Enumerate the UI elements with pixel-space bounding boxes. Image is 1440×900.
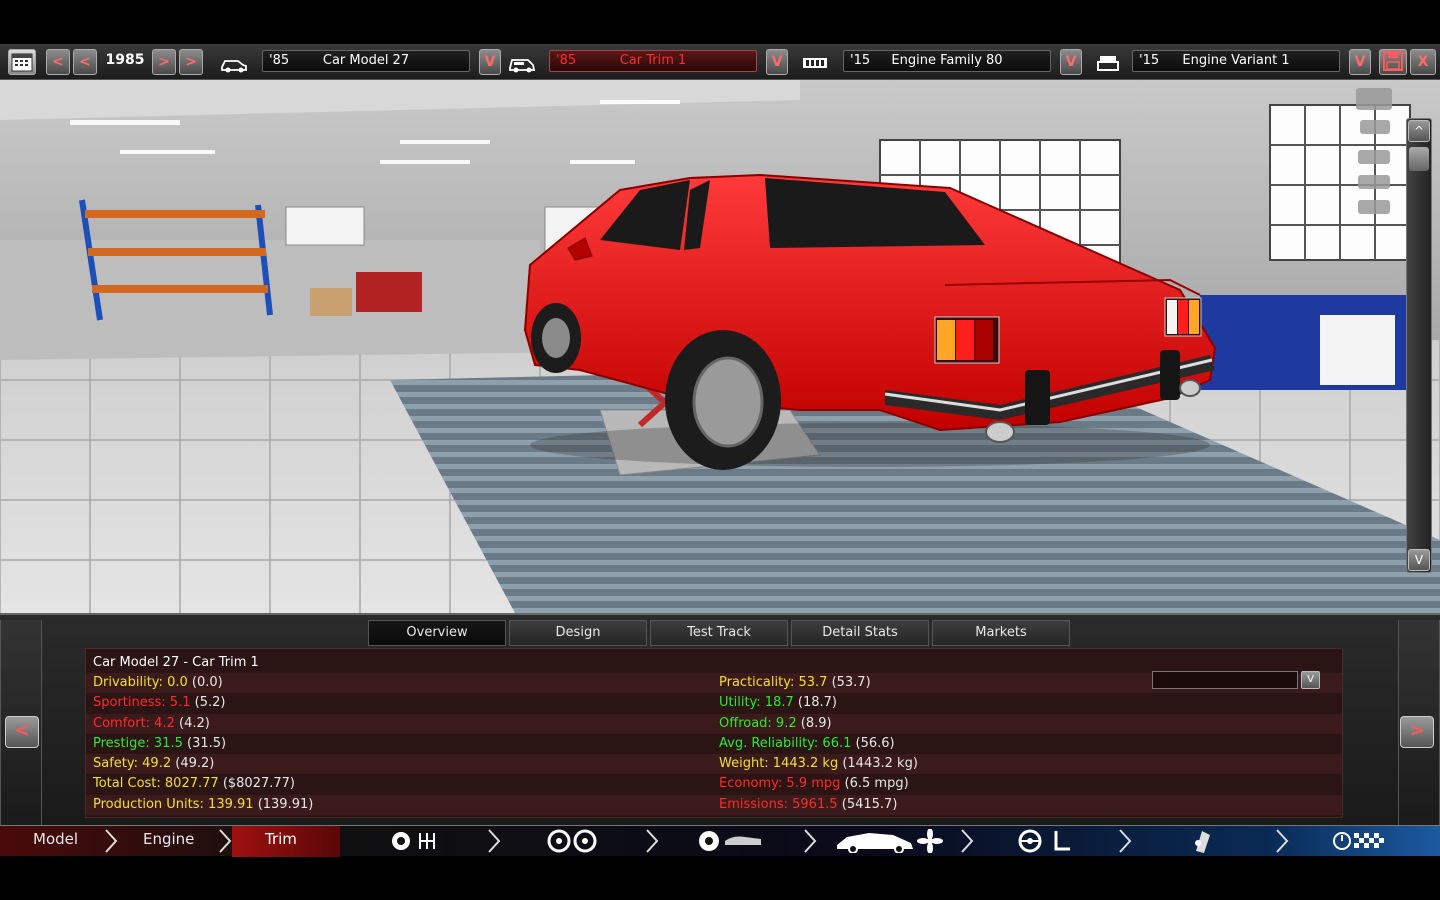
stat-emissions: Emissions: 5961.5 (5415.7) (719, 797, 898, 812)
tab-detail-stats[interactable]: Detail Stats (791, 620, 929, 646)
panel-next-button[interactable]: > (1400, 716, 1434, 748)
car-model-select[interactable]: '85 Car Model 27 (262, 50, 470, 72)
stats-row: Safety: 49.2 (49.2) Weight: 1443.2 kg (1… (86, 754, 1342, 774)
engine-variant-icon (1097, 56, 1119, 71)
wheels-icon[interactable] (547, 829, 599, 853)
tab-overview[interactable]: Overview (368, 620, 506, 646)
design-stage-nav: Model Engine Trim (0, 825, 1440, 857)
top-toolbar: < < 1985 > > '85 Car Model 27 V '85 Car Tr… (0, 44, 1440, 80)
nav-engine[interactable]: Engine (143, 830, 194, 848)
safety-icon[interactable] (1188, 829, 1218, 853)
scroll-down-button[interactable]: V (1408, 549, 1430, 571)
stats-row: Prestige: 31.5 (31.5) Avg. Reliability: … (86, 734, 1342, 754)
chevron-right-icon (105, 829, 118, 853)
stats-title-row: Car Model 27 - Car Trim 1 (86, 653, 1342, 673)
stat-offroad: Offroad: 9.2 (8.9) (719, 716, 832, 731)
tab-design[interactable]: Design (509, 620, 647, 646)
year-next-fast-button[interactable]: > (179, 49, 203, 75)
chevron-right-icon (646, 829, 659, 853)
stat-total-cost: Total Cost: 8027.77 ($8027.77) (93, 776, 295, 791)
stats-title: Car Model 27 - Car Trim 1 (93, 655, 259, 670)
nav-model[interactable]: Model (33, 830, 78, 848)
car-3d-viewport[interactable]: ^ V (0, 80, 1440, 613)
chevron-right-icon (1119, 829, 1132, 853)
chevron-right-icon (219, 829, 232, 853)
car-trim-dropdown-button[interactable]: V (766, 49, 788, 75)
car-model-dropdown-button[interactable]: V (479, 49, 501, 75)
view-scrollbar[interactable]: ^ V (1406, 118, 1432, 573)
stat-sportiness: Sportiness: 5.1 (5.2) (93, 695, 226, 710)
engine-family-select[interactable]: '15 Engine Family 80 (843, 50, 1051, 72)
close-button[interactable]: X (1410, 49, 1436, 75)
scroll-thumb[interactable] (1409, 147, 1429, 171)
stats-row: Total Cost: 8027.77 ($8027.77) Economy: … (86, 774, 1342, 794)
stat-reliability: Avg. Reliability: 66.1 (56.6) (719, 736, 895, 751)
gearbox-icon[interactable] (390, 829, 444, 853)
car-model-icon (221, 60, 247, 73)
comparison-select[interactable] (1152, 671, 1298, 689)
engine-variant-dropdown-button[interactable]: V (1349, 49, 1371, 75)
stat-utility: Utility: 18.7 (18.7) (719, 695, 837, 710)
stats-panel: Overview Design Test Track Detail Stats … (0, 613, 1440, 825)
panel-prev-button[interactable]: < (5, 716, 39, 748)
garage-scene (0, 80, 1440, 613)
stat-safety: Safety: 49.2 (49.2) (93, 756, 215, 771)
year-display: 1985 (105, 52, 145, 68)
car-trim-select[interactable]: '85 Car Trim 1 (549, 50, 757, 72)
body-aero-icon[interactable] (833, 829, 943, 853)
car-trim-icon (509, 59, 536, 73)
calendar-icon[interactable] (8, 49, 36, 75)
chevron-right-icon (1276, 829, 1289, 853)
engine-family-dropdown-button[interactable]: V (1060, 49, 1082, 75)
chevron-right-icon (488, 829, 501, 853)
engine-family-icon (803, 58, 827, 68)
testing-finish-icon[interactable] (1332, 829, 1388, 853)
year-next-button[interactable]: > (152, 49, 176, 75)
scroll-up-button[interactable]: ^ (1408, 120, 1430, 142)
chevron-right-icon (961, 829, 974, 853)
stats-row: Sportiness: 5.1 (5.2) Utility: 18.7 (18.… (86, 693, 1342, 713)
stat-economy: Economy: 5.9 mpg (6.5 mpg) (719, 776, 909, 791)
stat-practicality: Practicality: 53.7 (53.7) (719, 675, 871, 690)
nav-trim[interactable]: Trim (265, 830, 297, 848)
comparison-dropdown-button[interactable]: V (1301, 671, 1320, 689)
chevron-right-icon (804, 829, 817, 853)
stat-prestige: Prestige: 31.5 (31.5) (93, 736, 227, 751)
tab-markets[interactable]: Markets (932, 620, 1070, 646)
year-prev-button[interactable]: < (73, 49, 97, 75)
stats-row: Production Units: 139.91 (139.91) Emissi… (86, 795, 1342, 815)
stat-production-units: Production Units: 139.91 (139.91) (93, 797, 314, 812)
suspension-icon[interactable] (697, 829, 765, 853)
stat-weight: Weight: 1443.2 kg (1443.2 kg) (719, 756, 918, 771)
engine-variant-select[interactable]: '15 Engine Variant 1 (1132, 50, 1340, 72)
interior-icon[interactable] (1016, 829, 1076, 853)
tab-test-track[interactable]: Test Track (650, 620, 788, 646)
stat-comfort: Comfort: 4.2 (4.2) (93, 716, 210, 731)
save-icon[interactable] (1379, 49, 1407, 75)
stat-drivability: Drivability: 0.0 (0.0) (93, 675, 223, 690)
year-prev-fast-button[interactable]: < (46, 49, 70, 75)
stats-row: Comfort: 4.2 (4.2) Offroad: 9.2 (8.9) (86, 714, 1342, 734)
